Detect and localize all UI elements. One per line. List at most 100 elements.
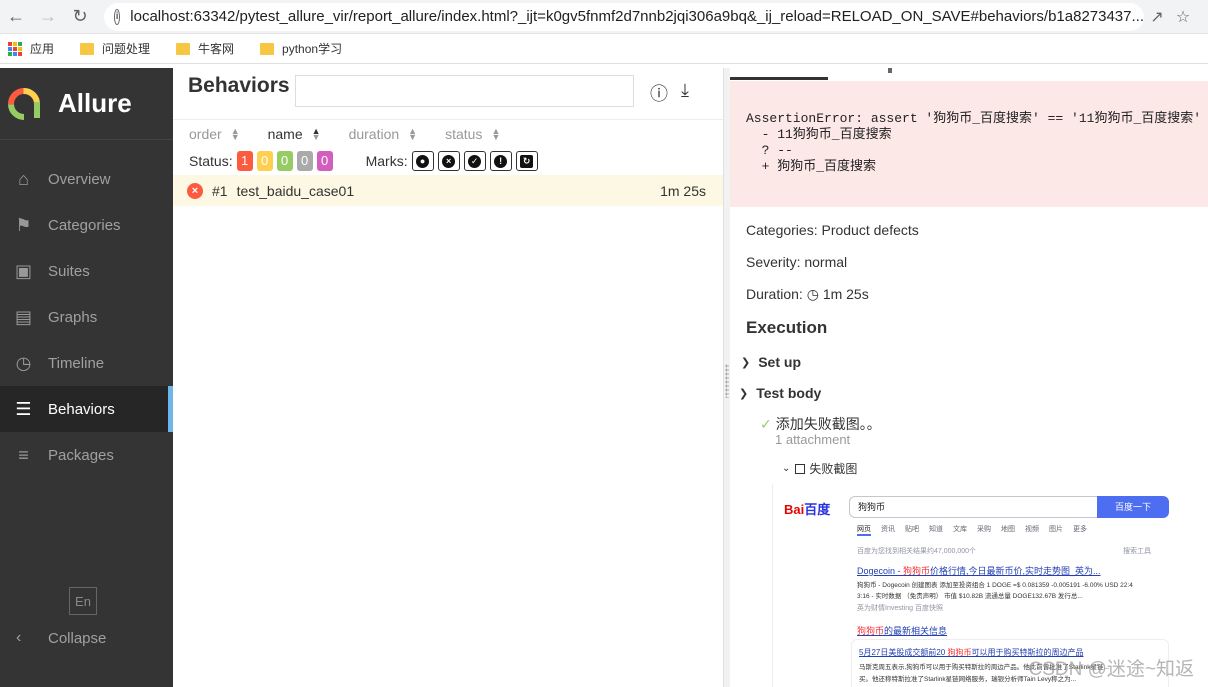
result-title-part: 价格行情,今日最新币价,实时走势图_英为... [930, 566, 1101, 576]
folder-icon [260, 42, 275, 55]
sort-duration[interactable]: duration ▲ ▼ [349, 126, 418, 142]
failed-status-icon: × [187, 182, 203, 199]
duration-value: 1m 25s [822, 286, 869, 302]
screenshot-tab: 贴吧 [905, 526, 919, 533]
sidebar-item-categories[interactable]: ⚑ Categories [0, 202, 173, 248]
star-icon[interactable]: ☆ [1170, 0, 1196, 34]
status-passed-badge[interactable]: 0 [276, 151, 293, 171]
bookmark-label: python学习 [282, 42, 343, 56]
screenshot-search-button: 百度一下 [1097, 496, 1169, 518]
sort-status[interactable]: status ▲ ▼ [445, 126, 500, 142]
new-broken-mark-button[interactable]: ! [489, 151, 512, 171]
drag-handle-icon[interactable] [725, 364, 729, 398]
apps-grid-icon [8, 41, 22, 56]
bookmark-folder-1[interactable]: 问题处理 [72, 40, 150, 57]
sidebar-item-behaviors[interactable]: ☰ Behaviors [0, 386, 173, 432]
sidebar-item-label: Overview [48, 170, 111, 188]
briefcase-icon: ▣ [14, 260, 32, 281]
sort-row: order ▲ ▼ name ▲ ▼ duration ▲ ▼ status ▲ ▼ [173, 122, 723, 146]
collapse-label: Collapse [48, 629, 107, 647]
chevron-left-icon: ‹ [16, 629, 22, 646]
screenshot-search-box: 狗狗币 [849, 496, 1097, 518]
download-icon[interactable]: ⤓ [681, 80, 689, 101]
bookmark-label: 牛客网 [198, 42, 235, 56]
screenshot-result-line: 狗狗币 - Dogecoin 创建图表 添加至投资组合 1 DOGE =$ 0.… [857, 582, 1133, 589]
related-part: 狗狗币 [857, 626, 885, 636]
clock-icon: ◷ [15, 352, 32, 373]
active-tab-indicator[interactable] [730, 68, 828, 80]
news-title-part: 5月27日美股成交额前20 [859, 648, 948, 657]
severity-info: Severity: normal [746, 254, 848, 270]
logo-text: Bai [784, 502, 805, 517]
status-unknown-badge[interactable]: 0 [316, 151, 333, 171]
sidebar-item-packages[interactable]: ≡ Packages [0, 432, 173, 478]
setup-section[interactable]: ❯ Set up [741, 354, 801, 370]
forward-icon[interactable]: → [32, 0, 64, 34]
brand[interactable]: Allure [0, 68, 173, 140]
page-title: Behaviors [188, 73, 290, 97]
bookmark-apps[interactable]: 应用 [8, 40, 54, 57]
info-icon[interactable]: ⓘ [650, 80, 668, 106]
new-passed-mark-button[interactable]: ✓ [463, 151, 486, 171]
flag-icon: ⚑ [15, 214, 32, 235]
sort-name[interactable]: name ▲ ▼ [268, 126, 321, 142]
sidebar-item-timeline[interactable]: ◷ Timeline [0, 340, 173, 386]
step-item[interactable]: ✓ 添加失败截图。。 [760, 414, 881, 434]
retries-mark-button[interactable]: ↻ [515, 151, 538, 171]
allure-sidebar: Allure ⌂ Overview ⚑ Categories ▣ Suites … [0, 68, 173, 687]
status-failed-badge[interactable]: 1 [236, 151, 253, 171]
sidebar-item-overview[interactable]: ⌂ Overview [0, 156, 173, 202]
sidebar-item-label: Graphs [48, 308, 98, 326]
screenshot-tab: 视频 [1025, 526, 1039, 533]
status-broken-badge[interactable]: 0 [256, 151, 273, 171]
test-row[interactable]: × #1 test_baidu_case01 1m 25s [173, 175, 723, 206]
chevron-right-icon: ❯ [741, 356, 751, 369]
back-icon[interactable]: ← [0, 0, 32, 34]
test-duration: 1m 25s [660, 182, 706, 199]
attachment-item[interactable]: ⌄ 失败截图 [782, 460, 857, 477]
bookmark-folder-3[interactable]: python学习 [252, 40, 342, 57]
site-info-icon[interactable]: i [114, 8, 121, 25]
screenshot-result-line: 3:16 - 实时数据 （免责声明） 市值 $10.82B 流通总量 DOGE1… [857, 593, 1083, 600]
language-button[interactable]: En [69, 587, 97, 615]
sidebar-item-graphs[interactable]: ▤ Graphs [0, 294, 173, 340]
sidebar-item-label: Suites [48, 262, 90, 280]
sort-order[interactable]: order ▲ ▼ [189, 126, 240, 142]
bookmark-label: 问题处理 [102, 42, 151, 56]
folder-icon [80, 42, 95, 55]
brand-name: Allure [58, 88, 132, 118]
address-bar[interactable]: i localhost:63342/pytest_allure_vir/repo… [104, 2, 1144, 31]
screenshot-result-count: 百度为您找到相关结果约47,000,000个 [857, 548, 977, 555]
screenshot-result-title: Dogecoin - 狗狗币价格行情,今日最新币价,实时走势图_英为... [857, 564, 1101, 577]
flaky-mark-button[interactable]: ● [411, 151, 434, 171]
status-skipped-badge[interactable]: 0 [296, 151, 313, 171]
sidebar-item-label: Timeline [48, 354, 105, 372]
search-input[interactable] [295, 75, 634, 107]
image-icon [795, 463, 806, 474]
sidebar-item-label: Behaviors [48, 400, 115, 418]
result-title-part: 狗狗币 [903, 566, 931, 576]
share-icon[interactable]: ↗ [1144, 0, 1170, 34]
reload-icon[interactable]: ↻ [64, 0, 96, 34]
step-label: 添加失败截图。。 [775, 416, 881, 432]
screenshot-result-source: 英为财情Investing 百度快照 [857, 605, 943, 612]
sort-asc-icon: ▲ ▼ [311, 126, 321, 142]
duration-info: Duration: ◷ 1m 25s [746, 286, 869, 303]
bar-chart-icon: ▤ [14, 306, 32, 327]
sort-icon: ▲ ▼ [491, 126, 501, 142]
collapse-button[interactable]: ‹ Collapse [0, 625, 106, 651]
test-body-section[interactable]: ❯ Test body [739, 385, 821, 401]
attachment-count: 1 attachment [775, 432, 851, 447]
news-title-part: 狗狗币 [947, 648, 972, 657]
sidebar-item-label: Categories [48, 216, 121, 234]
screenshot-tab: 文库 [953, 526, 967, 533]
clock-icon: ◷ [806, 286, 819, 302]
filter-row: Status: 1 0 0 0 0 Marks: ● × ✓ ! ↻ [173, 150, 723, 172]
new-failed-mark-button[interactable]: × [437, 151, 460, 171]
bookmark-folder-2[interactable]: 牛客网 [168, 40, 234, 57]
watermark: CSDN @迷途~知返 [1028, 659, 1195, 680]
pane-splitter[interactable] [723, 68, 730, 687]
sidebar-item-suites[interactable]: ▣ Suites [0, 248, 173, 294]
test-number: #1 [212, 182, 228, 199]
bomb-icon: ● [416, 154, 430, 168]
